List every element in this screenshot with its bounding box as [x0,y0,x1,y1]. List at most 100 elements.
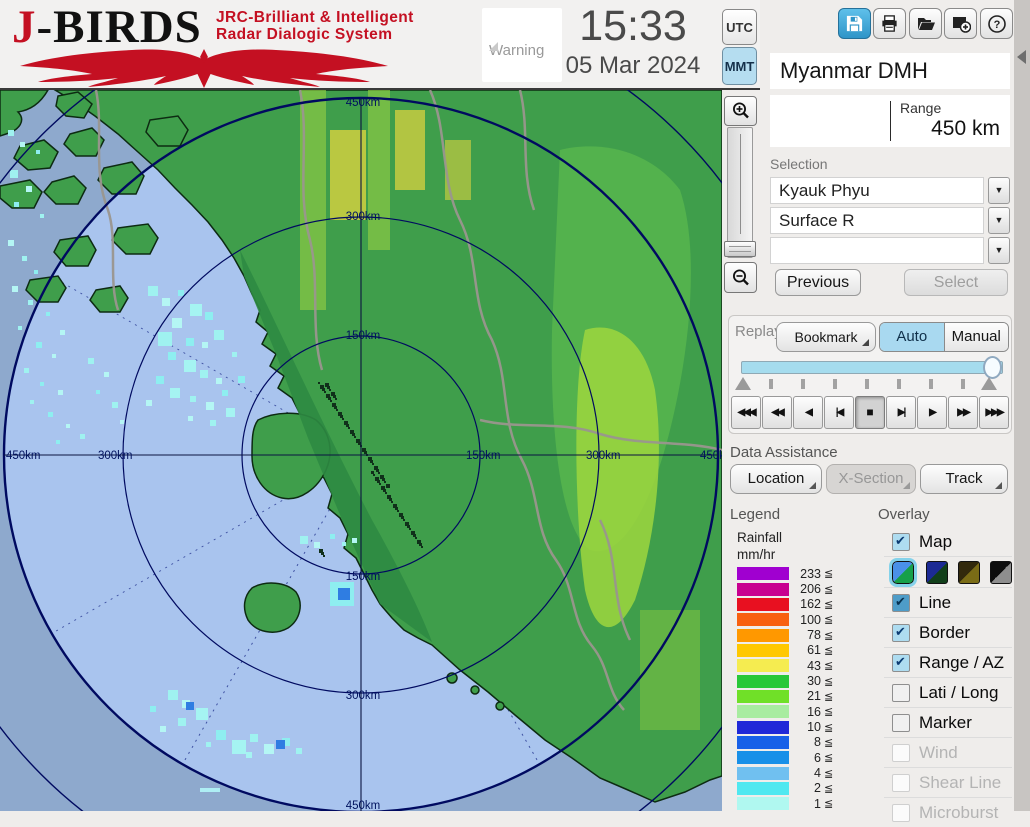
magnifier-minus-icon [731,268,751,288]
legend-color-swatch [737,751,789,764]
rewind-fast-button[interactable]: ◀◀◀ [731,396,761,429]
map-checkbox[interactable]: ✔ [892,533,910,551]
help-button[interactable]: ? [980,8,1013,39]
legend-value: 16 [789,705,821,719]
legend-color-swatch [737,567,789,580]
legend-value: 21 [789,689,821,703]
play-reverse-button[interactable]: ◀ [793,396,823,429]
product-dropdown-arrow-icon[interactable]: ▼ [988,207,1010,234]
replay-timeline-track[interactable] [741,361,1003,374]
option-dropdown[interactable] [770,237,984,264]
step-back-button[interactable]: |◀ [824,396,854,429]
overlay-item-marker[interactable]: Marker [884,707,1012,737]
legend-comparator: ≦ [824,797,833,810]
range-az-checkbox[interactable]: ✔ [892,654,910,672]
map-style-blue-green[interactable] [892,561,914,584]
lati-long-checkbox[interactable] [892,684,910,702]
zoom-in-button[interactable] [724,96,757,126]
product-dropdown[interactable]: Surface R [770,207,984,234]
map-style-navy-darkgreen[interactable] [926,561,948,584]
overlay-item-lati-long[interactable]: Lati / Long [884,677,1012,707]
legend-value: 100 [789,613,821,627]
track-button[interactable]: Track [920,464,1008,494]
timezone-mmt-button[interactable]: MMT [722,47,757,85]
timeline-start-marker[interactable] [735,377,751,390]
legend-value: 233 [789,567,821,581]
ring-label: 450km [700,450,722,462]
forward-fast-button[interactable]: ▶▶▶ [979,396,1009,429]
manual-mode-button[interactable]: Manual [945,323,1009,351]
overlay-item-border[interactable]: ✔ Border [884,617,1012,647]
legend-comparator: ≦ [824,598,833,611]
legend-color-swatch [737,629,789,642]
legend-color-swatch [737,705,789,718]
legend-color-swatch [737,721,789,734]
step-forward-button[interactable]: ▶| [886,396,916,429]
timeline-end-marker[interactable] [981,377,997,390]
select-button[interactable]: Select [904,269,1008,296]
legend-comparator: ≦ [824,751,833,764]
station-title: Myanmar DMH [770,53,1010,89]
timeline-tick [865,379,869,389]
overlay-item-map[interactable]: ✔ Map [884,527,1012,556]
radar-map[interactable]: 450km 300km 150km 150km 300km 450km 450k… [0,90,722,811]
legend-quantity: Rainfall [737,530,782,545]
zoom-slider[interactable] [727,127,753,258]
open-folder-button[interactable] [909,8,942,39]
capture-add-button[interactable] [944,8,977,39]
rainfall-legend: 233≦206≦162≦100≦78≦61≦43≦30≦21≦16≦10≦8≦6… [737,566,841,812]
legend-color-swatch [737,598,789,611]
zoom-slider-groove [740,134,741,234]
legend-value: 1 [789,797,821,811]
ring-label: 150km [346,330,381,342]
panel-collapse-strip[interactable] [1014,0,1030,811]
line-checkbox[interactable]: ✔ [892,594,910,612]
save-button[interactable] [838,8,871,39]
overlay-item-range-az[interactable]: ✔ Range / AZ [884,647,1012,677]
site-dropdown-arrow-icon[interactable]: ▼ [988,177,1010,204]
timeline-tick [929,379,933,389]
clock-date: 05 Mar 2024 [548,52,718,80]
legend-color-swatch [737,797,789,810]
print-button[interactable] [873,8,906,39]
corner-fold-icon [809,482,816,489]
rewind-button[interactable]: ◀◀ [762,396,792,429]
site-dropdown[interactable]: Kyauk Phyu [770,177,984,204]
zoom-out-button[interactable] [724,262,757,293]
ring-label: 450km [346,97,381,109]
legend-value: 2 [789,781,821,795]
divider [890,101,891,141]
ring-label: 450km [346,800,381,811]
open-folder-icon [916,14,936,34]
location-button[interactable]: Location [730,464,822,494]
map-style-black-gray[interactable] [990,561,1012,584]
legend-value: 162 [789,597,821,611]
ring-label: 300km [346,690,381,702]
stop-button[interactable]: ■ [855,396,885,429]
zoom-slider-handle[interactable] [724,241,756,257]
legend-row: 21≦ [737,689,841,704]
overlay-item-line[interactable]: ✔ Line [884,587,1012,617]
marker-checkbox[interactable] [892,714,910,732]
forward-button[interactable]: ▶▶ [948,396,978,429]
legend-row: 78≦ [737,627,841,642]
legend-value: 6 [789,751,821,765]
legend-value: 78 [789,628,821,642]
overlay-label: Overlay [878,506,930,523]
timeline-tick [769,379,773,389]
map-style-brown-olive[interactable] [958,561,980,584]
overlay-item-label: Range / AZ [919,653,1004,673]
collapse-arrow-icon[interactable] [1017,50,1026,64]
option-dropdown-arrow-icon[interactable]: ▼ [988,237,1010,264]
replay-timeline-handle[interactable] [983,356,1002,379]
xsection-button[interactable]: X-Section [826,464,916,494]
location-button-label: Location [748,470,805,487]
legend-comparator: ≦ [824,690,833,703]
play-button[interactable]: ▶ [917,396,947,429]
border-checkbox[interactable]: ✔ [892,624,910,642]
range-box: Range 450 km [770,95,1010,147]
timezone-utc-button[interactable]: UTC [722,9,757,45]
previous-button[interactable]: Previous [775,269,861,296]
bookmark-button[interactable]: Bookmark [776,322,876,352]
auto-mode-button[interactable]: Auto [880,323,945,351]
